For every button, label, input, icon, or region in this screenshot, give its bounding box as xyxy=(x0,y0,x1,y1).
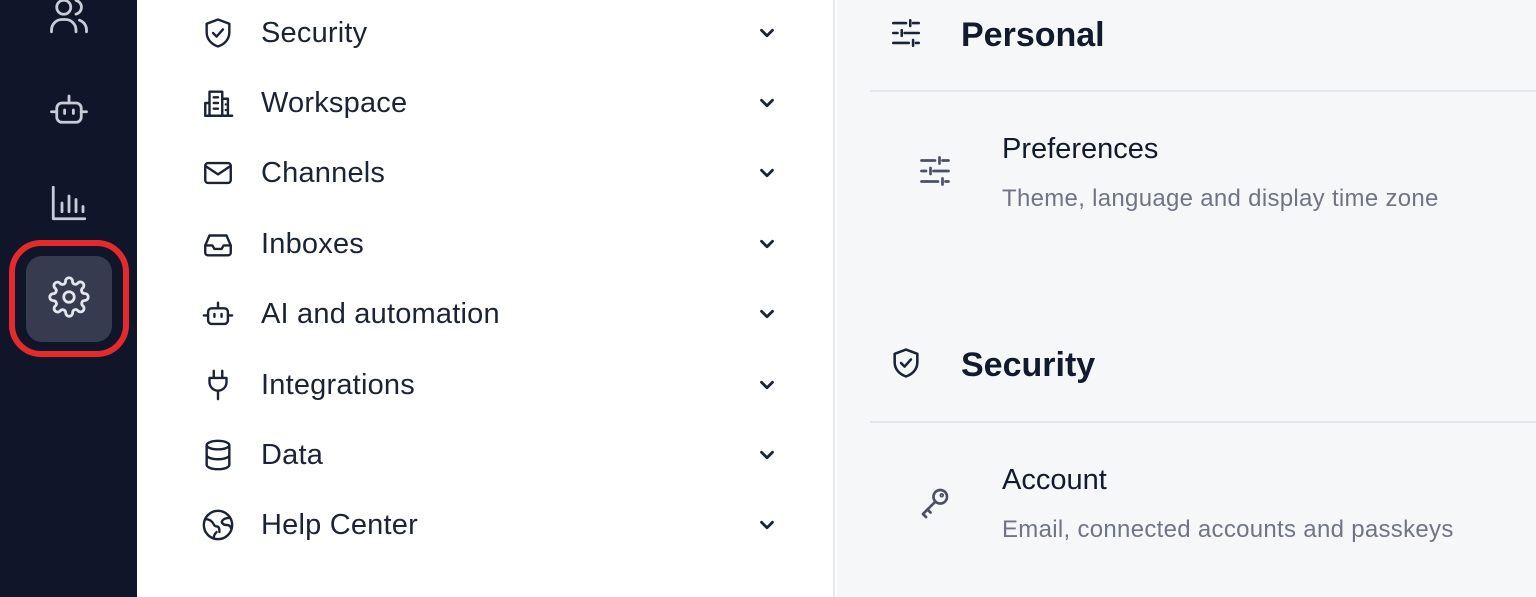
section-title: Personal xyxy=(961,15,1105,54)
shield-check-icon xyxy=(889,346,923,385)
shield-check-icon xyxy=(201,12,243,54)
app-rail xyxy=(0,0,137,597)
card-description: Email, connected accounts and passkeys xyxy=(1002,516,1454,543)
sliders-icon xyxy=(889,16,923,55)
nav-item-label: AI and automation xyxy=(261,297,500,330)
globe-icon xyxy=(201,504,243,546)
chevron-down-icon[interactable] xyxy=(753,159,781,187)
settings-card-account[interactable]: Account Email, connected accounts and pa… xyxy=(917,464,1517,564)
rail-item-reports[interactable] xyxy=(26,162,112,248)
nav-item-label: Security xyxy=(261,16,368,49)
nav-item-workspace[interactable]: Workspace xyxy=(201,75,781,131)
chevron-down-icon[interactable] xyxy=(753,511,781,539)
users-icon xyxy=(48,0,90,42)
rail-item-automation[interactable] xyxy=(26,69,112,155)
sliders-icon xyxy=(917,153,959,195)
section-divider xyxy=(870,90,1536,92)
nav-item-data[interactable]: Data xyxy=(201,427,781,483)
mail-icon xyxy=(201,152,243,194)
chevron-down-icon[interactable] xyxy=(753,371,781,399)
nav-item-label: Workspace xyxy=(261,86,408,119)
bot-icon xyxy=(48,89,90,136)
nav-item-inboxes[interactable]: Inboxes xyxy=(201,216,781,272)
nav-item-channels[interactable]: Channels xyxy=(201,145,781,201)
chevron-down-icon[interactable] xyxy=(753,19,781,47)
nav-item-label: Data xyxy=(261,438,324,471)
section-title: Security xyxy=(961,345,1096,384)
card-title: Account xyxy=(1002,464,1107,496)
active-item-highlight xyxy=(9,240,129,357)
chevron-down-icon[interactable] xyxy=(753,441,781,469)
nav-item-security[interactable]: Security xyxy=(201,5,781,61)
nav-item-integrations[interactable]: Integrations xyxy=(201,357,781,413)
chevron-down-icon[interactable] xyxy=(753,89,781,117)
section-header-security: Security xyxy=(889,335,1095,395)
bot-icon xyxy=(201,293,243,335)
nav-item-label: Help Center xyxy=(261,508,418,541)
card-description: Theme, language and display time zone xyxy=(1002,185,1439,212)
building-icon xyxy=(201,82,243,124)
bar-chart-icon xyxy=(48,182,90,229)
nav-item-label: Integrations xyxy=(261,368,415,401)
database-icon xyxy=(201,434,243,476)
nav-item-label: Inboxes xyxy=(261,227,364,260)
nav-item-ai-and-automation[interactable]: AI and automation xyxy=(201,286,781,342)
chevron-down-icon[interactable] xyxy=(753,300,781,328)
nav-item-label: Channels xyxy=(261,156,386,189)
inbox-icon xyxy=(201,223,243,265)
nav-item-help-center[interactable]: Help Center xyxy=(201,497,781,553)
chevron-down-icon[interactable] xyxy=(753,230,781,258)
card-title: Preferences xyxy=(1002,133,1159,165)
settings-content: Personal Preferences Theme, language and… xyxy=(837,0,1536,597)
section-divider xyxy=(870,421,1536,423)
section-header-personal: Personal xyxy=(889,5,1105,65)
settings-nav: Security Workspace Channels Inboxes AI a… xyxy=(137,0,835,597)
key-icon xyxy=(917,484,959,526)
settings-card-preferences[interactable]: Preferences Theme, language and display … xyxy=(917,133,1517,233)
rail-item-contacts[interactable] xyxy=(26,0,112,61)
plug-icon xyxy=(201,364,243,406)
